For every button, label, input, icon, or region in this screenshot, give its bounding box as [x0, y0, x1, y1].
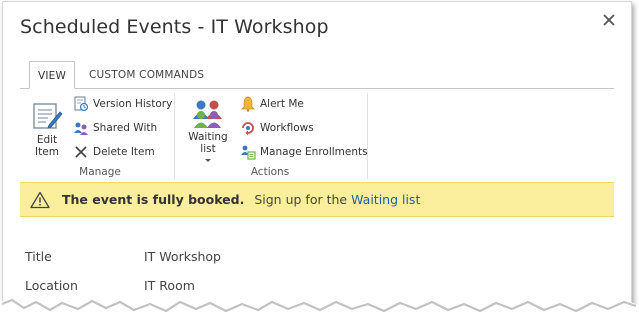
- close-icon: [603, 14, 615, 26]
- tab-custom-commands[interactable]: CUSTOM COMMANDS: [89, 61, 204, 89]
- delete-item-button[interactable]: Delete Item: [73, 142, 155, 162]
- actions-group-label: Actions: [250, 166, 290, 178]
- edit-item-label-1: Edit: [36, 134, 58, 146]
- group-divider: [174, 93, 175, 179]
- waiting-list-link[interactable]: Waiting list: [351, 192, 420, 207]
- workflow-icon: [242, 122, 254, 136]
- alert-me-button[interactable]: Alert Me: [240, 94, 304, 114]
- manage-group-label: Manage: [79, 166, 121, 178]
- ribbon: Edit Item Version History Shared With De…: [20, 88, 614, 180]
- manage-enrollments-button[interactable]: Manage Enrollments: [240, 142, 368, 162]
- delete-item-label: Delete Item: [93, 146, 155, 158]
- tab-view[interactable]: VIEW: [29, 61, 75, 89]
- status-notice: The event is fully booked. Sign up for t…: [20, 182, 614, 217]
- field-value-title: IT Workshop: [144, 249, 221, 264]
- close-button[interactable]: [601, 12, 617, 28]
- version-history-icon: [74, 96, 89, 112]
- group-divider: [367, 93, 368, 179]
- notice-text: Sign up for the: [254, 192, 348, 207]
- shared-with-label: Shared With: [93, 122, 158, 134]
- chevron-down-icon: [205, 159, 211, 162]
- field-label-title: Title: [25, 249, 52, 264]
- edit-item-button[interactable]: Edit Item: [30, 99, 64, 158]
- shared-with-icon: [74, 122, 88, 135]
- alert-me-label: Alert Me: [260, 98, 304, 110]
- dialog-title: Scheduled Events - IT Workshop: [20, 16, 329, 38]
- warning-icon: [30, 191, 50, 208]
- waiting-list-button[interactable]: Waiting list: [179, 97, 237, 164]
- people-icon: [193, 100, 222, 128]
- notice-bold-text: The event is fully booked.: [62, 192, 245, 207]
- edit-item-label-2: Item: [35, 146, 59, 158]
- workflows-label: Workflows: [260, 122, 314, 134]
- bell-icon: [241, 96, 255, 112]
- dialog: Scheduled Events - IT Workshop VIEW CUST…: [2, 1, 632, 319]
- waiting-list-label: Waiting list: [188, 131, 228, 155]
- torn-edge: [0, 298, 639, 328]
- edit-item-icon: [33, 103, 63, 129]
- enrollments-icon: [241, 145, 256, 160]
- shared-with-button[interactable]: Shared With: [73, 118, 157, 138]
- delete-icon: [75, 146, 87, 158]
- version-history-label: Version History: [93, 98, 173, 110]
- version-history-button[interactable]: Version History: [73, 94, 172, 114]
- manage-enrollments-label: Manage Enrollments: [260, 146, 368, 158]
- workflows-button[interactable]: Workflows: [240, 118, 314, 138]
